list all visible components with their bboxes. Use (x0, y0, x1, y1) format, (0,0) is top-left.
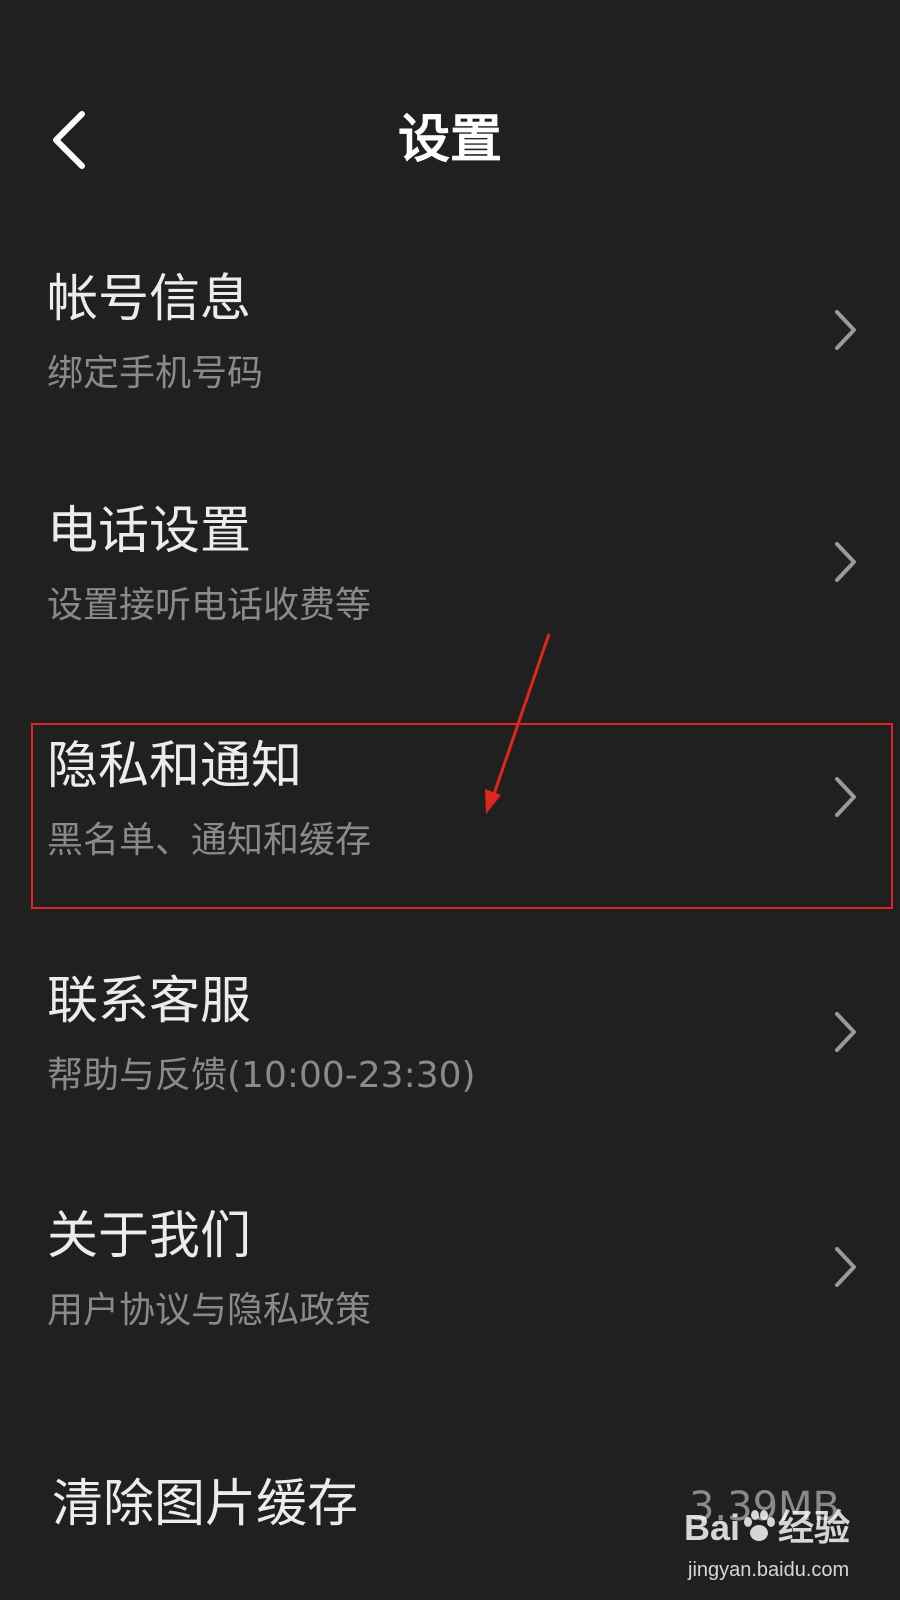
item-title: 联系客服 (47, 972, 252, 1031)
settings-item-phone-settings[interactable]: 电话设置 设置接听电话收费等 (0, 500, 900, 738)
item-subtitle: 帮助与反馈(10:00-23:30) (47, 1055, 476, 1096)
cache-title: 清除图片缓存 (52, 1475, 359, 1534)
settings-item-privacy-notifications[interactable]: 隐私和通知 黑名单、通知和缓存 (0, 735, 900, 973)
item-subtitle: 黑名单、通知和缓存 (47, 820, 372, 861)
item-title: 电话设置 (47, 502, 252, 561)
cache-size-value: 3.39MB (688, 1484, 840, 1530)
item-title: 关于我们 (47, 1207, 252, 1266)
item-title: 帐号信息 (47, 270, 252, 329)
settings-item-customer-service[interactable]: 联系客服 帮助与反馈(10:00-23:30) (0, 970, 900, 1208)
chevron-right-icon (835, 777, 856, 817)
clear-image-cache-item[interactable]: 清除图片缓存 3.39MB (0, 1465, 900, 1555)
chevron-right-icon (835, 1247, 856, 1287)
item-subtitle: 设置接听电话收费等 (47, 585, 372, 626)
watermark-url: jingyan.baidu.com (688, 1559, 850, 1581)
settings-item-about-us[interactable]: 关于我们 用户协议与隐私政策 (0, 1205, 900, 1443)
page-title: 设置 (397, 110, 502, 170)
header-bar: 设置 (0, 0, 900, 270)
chevron-right-icon (835, 1012, 856, 1052)
chevron-right-icon (835, 542, 856, 582)
settings-item-account-info[interactable]: 帐号信息 绑定手机号码 (0, 268, 900, 506)
item-subtitle: 绑定手机号码 (47, 353, 264, 394)
chevron-right-icon (835, 310, 856, 350)
item-subtitle: 用户协议与隐私政策 (47, 1290, 372, 1331)
item-title: 隐私和通知 (47, 737, 303, 796)
